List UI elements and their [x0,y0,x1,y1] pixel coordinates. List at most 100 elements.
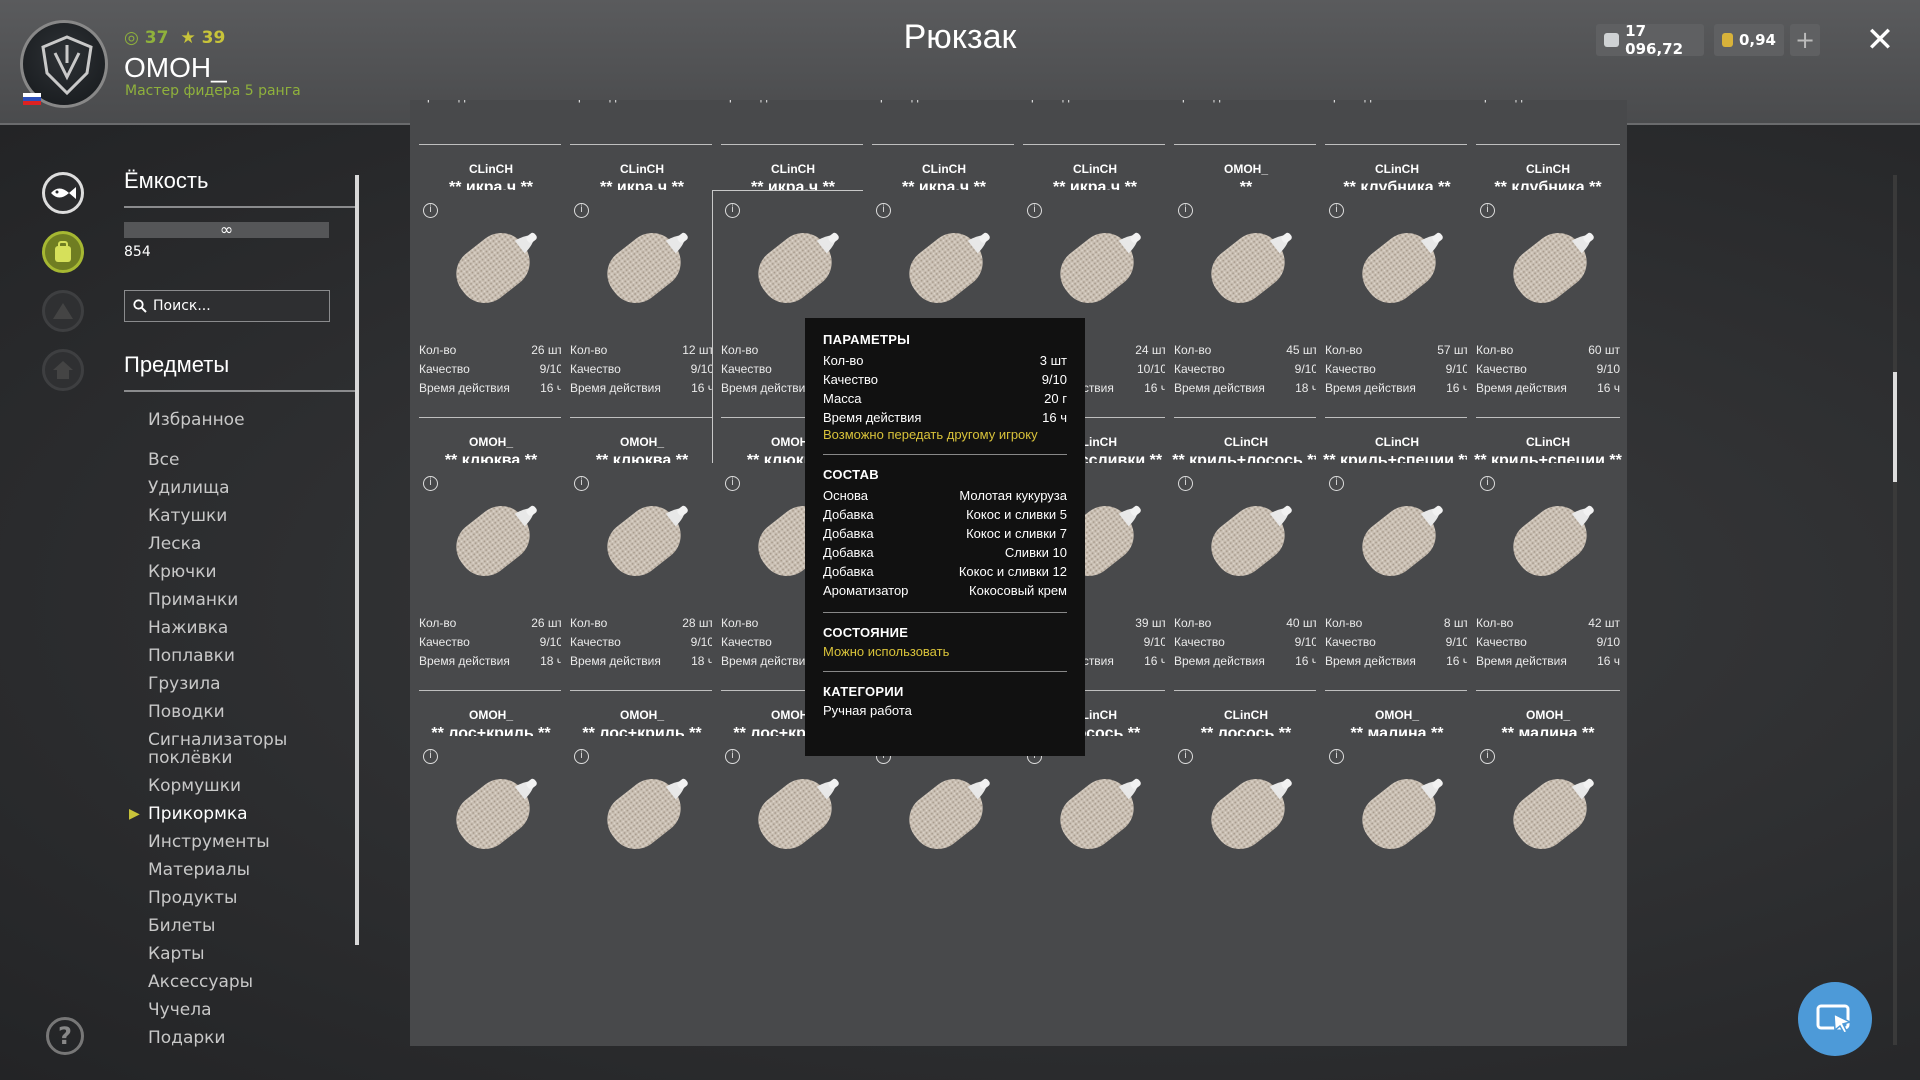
item-card[interactable]: i Кол-во 42 шт Качество 9/10 Время действия 16… [1467,463,1627,773]
category-item[interactable]: Грузила [124,670,356,698]
item-card[interactable]: i [1165,736,1325,1046]
category-item[interactable]: Билеты [124,912,356,940]
category-item[interactable]: Материалы [124,856,356,884]
category-item[interactable]: ▶ Прикормка [124,800,356,828]
item-card[interactable]: i [1014,736,1174,1046]
category-item[interactable]: Приманки [124,586,356,614]
item-card[interactable]: i Кол-во 8 шт Качество 9/10 Время действия 16 … [1316,463,1476,773]
item-maker: ОМОН_ [619,435,664,449]
category-item[interactable]: Поплавки [124,642,356,670]
category-item[interactable]: Крючки [124,558,356,586]
category-item[interactable]: Кормушки [124,772,356,800]
item-card[interactable]: i [410,736,570,1046]
cursor-icon [1816,1004,1853,1034]
param-row: Качество9/10 [419,635,563,649]
add-currency-button[interactable]: + [1790,24,1820,56]
item-params: Кол-во 42 шт Качество 9/10 Время действия 16 … [1476,614,1620,671]
item-card[interactable]: i Кол-во 26 шт Качество 9/10 Время действия 18… [410,463,570,773]
param-row: Качество9/10 [1476,362,1620,376]
item-card[interactable]: i Кол-во 40 шт Качество 9/10 Время действия 16… [1165,463,1325,773]
search-input[interactable]: Поиск... [124,290,330,322]
item-card[interactable]: i Кол-во 57 шт Качество 9/10 Время действия 16… [1316,190,1476,500]
param-row: Время действия16 ч [1325,381,1469,395]
category-item[interactable]: Аксессуары [124,968,356,996]
card-divider [1325,690,1469,691]
item-card[interactable]: i [1316,736,1476,1046]
item-params: Кол-во 28 шт Качество 9/10 Время действия 18 … [570,614,714,671]
item-card[interactable]: i Кол-во 45 шт Качество 9/10 Время действия 18… [1165,190,1325,500]
item-card[interactable]: i Кол-во 26 шт Качество 9/10 Время действия 16… [410,190,570,500]
item-card[interactable]: i Кол-во 28 шт Качество 9/10 Время действия 18… [561,463,721,773]
category-favorites[interactable]: Избранное [124,406,356,434]
grid-scrollbar-thumb[interactable] [1893,372,1897,482]
item-card[interactable]: i [561,736,721,1046]
gold-balance: 0,94 [1714,24,1784,56]
help-button[interactable]: ? [46,1017,84,1055]
item-params: Кол-воКачество10/10Время действия16 ч [1023,100,1167,106]
sidebar: Ёмкость ∞ 854 Поиск... Предметы Избранно… [124,168,356,1052]
category-item[interactable]: Подарки [124,1024,356,1052]
param-row: Кол-во 26 шт [419,343,563,357]
composition-list: Основа Молотая кукуруза Добавка Кокос и сли… [823,486,1067,600]
bait-bag-icon [1037,206,1157,330]
card-divider [721,144,865,145]
item-maker: CLinCH [922,162,966,176]
category-item[interactable]: Сигнализаторы поклёвки [124,726,356,772]
bait-bag-icon [735,206,855,330]
tooltip-row: Время действия 16 ч [823,410,1067,425]
backpack-icon[interactable] [42,231,84,273]
divider [823,671,1067,672]
bait-bag-icon [1188,752,1308,876]
category-item[interactable]: Инструменты [124,828,356,856]
item-card[interactable]: i Кол-во 60 шт Качество 9/10 Время действия 16… [1467,190,1627,500]
param-row: Кол-во 42 шт [1476,616,1620,630]
params-list: Кол-во 3 шт Качество 9/10 Масса 20 г Время дей… [823,351,1067,427]
category-item[interactable]: Продукты [124,884,356,912]
item-params: Кол-во 40 шт Качество 9/10 Время действия 16 … [1174,614,1318,671]
param-row: Кол-во 26 шт [419,616,563,630]
silver-balance: 17 096,72 [1596,22,1704,58]
item-card[interactable]: i [863,736,1023,1046]
tooltip-row: Добавка Сливки 10 [823,545,1067,560]
fish-icon[interactable] [42,172,84,214]
item-params: Кол-во 12 шт Качество 9/10 Время действия 16 … [570,341,714,398]
close-button[interactable]: ✕ [1862,22,1898,58]
home-icon[interactable] [42,349,84,391]
tooltip-row: Добавка Кокос и сливки 12 [823,564,1067,579]
item-card[interactable]: i [1467,736,1627,1046]
item-maker: CLinCH [1073,162,1117,176]
param-row: Время действия16 ч [570,381,714,395]
card-divider [570,144,714,145]
card-divider [1476,417,1620,418]
categories-title: КАТЕГОРИИ [823,684,904,699]
sidebar-scrollbar[interactable] [355,175,359,945]
category-item[interactable]: Поводки [124,698,356,726]
item-card[interactable]: i Кол-во 12 шт Качество 9/10 Время действия 16… [561,190,721,500]
param-row: Кол-во28 шт [570,616,714,630]
item-params: Кол-воКачество9/10Время действия16 ч [1476,100,1620,106]
bait-bag-icon [584,479,704,603]
category-item[interactable]: Удилища [124,474,356,502]
category-item[interactable]: Леска [124,530,356,558]
item-params: Кол-воКачество9/10Время действия16 ч [872,100,1016,106]
card-divider [1174,690,1318,691]
category-item[interactable]: Наживка [124,614,356,642]
category-item[interactable]: Катушки [124,502,356,530]
category-item[interactable]: Карты [124,940,356,968]
gold-coin-icon [1722,33,1733,47]
bait-bag-icon [886,752,1006,876]
bait-bag-icon [433,206,553,330]
item-params: Кол-во 57 шт Качество 9/10 Время действия 16 … [1325,341,1469,398]
item-maker: CLinCH [1526,162,1570,176]
cursor-mode-button[interactable] [1798,982,1872,1056]
item-maker: ОМОН_ [1374,708,1419,722]
grid-scrollbar-track[interactable] [1893,175,1897,1045]
category-item[interactable]: Все [124,446,356,474]
camp-icon[interactable] [42,290,84,332]
item-maker: ОМОН_ [468,708,513,722]
bait-bag-icon [1188,479,1308,603]
item-params: Кол-воКачество9/10Время действия16 ч [419,100,563,106]
item-card[interactable]: i [712,736,872,1046]
category-item[interactable]: Чучела [124,996,356,1024]
item-params: Кол-воКачество9/10Время действия16 ч [1325,100,1469,106]
